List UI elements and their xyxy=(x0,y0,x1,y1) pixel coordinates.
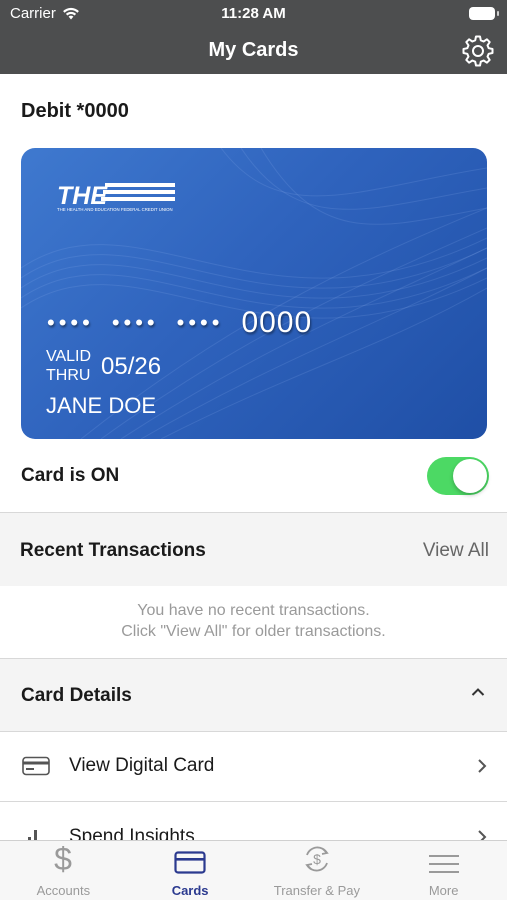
tab-more-label: More xyxy=(428,883,459,898)
empty-line-1: You have no recent transactions. xyxy=(137,602,370,619)
svg-text:THE: THE xyxy=(57,182,108,210)
debit-card[interactable]: THE THE HEALTH AND EDUCATION FEDERAL CRE… xyxy=(21,148,487,439)
masked-group-1: •••• xyxy=(47,310,94,335)
masked-group-3: •••• xyxy=(176,310,224,335)
page-title: My Cards xyxy=(208,39,299,61)
credit-union-logo: THE THE HEALTH AND EDUCATION FEDERAL CRE… xyxy=(57,182,175,212)
card-holder-name: JANE DOE xyxy=(46,393,157,418)
masked-group-2: •••• xyxy=(111,310,159,335)
card-on-toggle[interactable] xyxy=(427,457,489,495)
status-time: 11:28 AM xyxy=(221,5,286,22)
tab-cards-label: Cards xyxy=(171,883,209,898)
card-last-four: 0000 xyxy=(241,306,313,339)
tab-bar: $ Accounts Cards $ Transfer & Pay More xyxy=(0,840,507,900)
battery-icon xyxy=(469,7,499,20)
tab-transfer-pay-label: Transfer & Pay xyxy=(273,883,360,898)
status-bar: Carrier 11:28 AM xyxy=(0,0,507,28)
chevron-right-icon xyxy=(478,759,487,773)
card-expiry: 05/26 xyxy=(101,353,162,380)
valid-label: VALID xyxy=(46,348,92,365)
svg-text:$: $ xyxy=(313,851,321,867)
thru-label: THRU xyxy=(46,367,91,384)
nav-bar: My Cards xyxy=(0,28,507,74)
settings-gear-icon[interactable] xyxy=(461,34,495,68)
credit-card-icon xyxy=(22,756,50,776)
svg-text:THE HEALTH AND EDUCATION FEDER: THE HEALTH AND EDUCATION FEDERAL CREDIT … xyxy=(57,207,173,212)
tab-transfer-pay[interactable]: $ Transfer & Pay xyxy=(254,841,381,900)
card-status-row: Card is ON xyxy=(0,455,507,497)
empty-line-2: Click "View All" for older transactions. xyxy=(121,623,386,640)
menu-icon xyxy=(428,855,459,873)
recent-transactions-header: Recent Transactions View All xyxy=(0,512,507,586)
view-digital-card-label: View Digital Card xyxy=(69,755,215,776)
chevron-up-icon[interactable] xyxy=(471,687,485,697)
transfer-icon: $ xyxy=(305,846,329,872)
svg-text:$: $ xyxy=(54,843,72,875)
no-transactions-message: You have no recent transactions. Click "… xyxy=(0,600,507,642)
card-details-header[interactable]: Card Details xyxy=(0,658,507,732)
tab-more[interactable]: More xyxy=(380,841,507,900)
card-number: •••• •••• •••• 0000 xyxy=(47,306,312,340)
card-icon xyxy=(174,851,206,874)
card-details-title: Card Details xyxy=(21,685,132,706)
toggle-knob xyxy=(453,459,487,493)
tab-accounts-label: Accounts xyxy=(36,883,91,898)
card-section-title: Debit *0000 xyxy=(21,100,129,122)
recent-transactions-title: Recent Transactions xyxy=(20,540,206,561)
view-digital-card-row[interactable]: View Digital Card xyxy=(0,732,507,802)
valid-thru-label: VALID THRU xyxy=(46,347,91,385)
tab-cards[interactable]: Cards xyxy=(127,841,254,900)
card-status-label: Card is ON xyxy=(21,465,120,486)
tab-accounts[interactable]: $ Accounts xyxy=(0,841,127,900)
dollar-icon: $ xyxy=(54,843,72,875)
view-all-link[interactable]: View All xyxy=(423,540,489,562)
